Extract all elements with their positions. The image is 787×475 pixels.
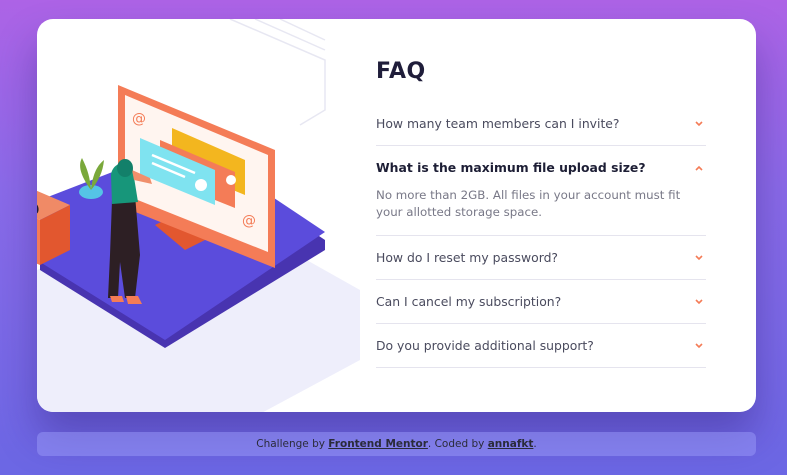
faq-answer-text: No more than 2GB. All files in your acco… (376, 188, 681, 219)
faq-title: FAQ (376, 59, 426, 84)
plant-pot (79, 185, 103, 199)
attribution-suffix: . (533, 438, 537, 450)
faq-question-button[interactable]: Can I cancel my subscription? (376, 280, 706, 323)
faq-item: Can I cancel my subscription? (376, 280, 706, 324)
faq-question-text: How do I reset my password? (376, 250, 559, 265)
chevron-up-icon (694, 163, 704, 173)
faq-question-button[interactable]: What is the maximum file upload size? (376, 146, 706, 189)
chevron-down-icon (694, 253, 704, 263)
faq-question-text: Can I cancel my subscription? (376, 294, 562, 309)
woman-hair (117, 159, 133, 177)
faq-question-button[interactable]: How do I reset my password? (376, 236, 706, 279)
faq-question-button[interactable]: How many team members can I invite? (376, 102, 706, 145)
background-pattern-lines (229, 19, 326, 126)
faq-question-text: How many team members can I invite? (376, 116, 620, 131)
chevron-down-icon (694, 297, 704, 307)
chevron-down-icon (694, 341, 704, 351)
woman-online-illustration: @ @ @ (37, 19, 360, 412)
faq-item: How many team members can I invite? (376, 102, 706, 146)
screen-at-icon: @ (132, 111, 146, 127)
faq-section: FAQ How many team members can I invite? … (376, 59, 706, 368)
frontend-mentor-link[interactable]: Frontend Mentor (328, 438, 428, 450)
chevron-down-icon (694, 119, 704, 129)
chat-dot-2 (226, 175, 236, 185)
attribution-prefix: Challenge by (256, 438, 325, 450)
chat-dot (195, 179, 207, 191)
faq-item: Do you provide additional support? (376, 324, 706, 368)
attribution-middle: . Coded by (427, 438, 485, 450)
attribution-footer: Challenge by Frontend Mentor . Coded by … (37, 432, 756, 456)
faq-question-text: Do you provide additional support? (376, 338, 594, 353)
faq-item: How do I reset my password? (376, 236, 706, 280)
cube-at-icon: @ (37, 197, 40, 221)
faq-question-text: What is the maximum file upload size? (376, 160, 646, 175)
faq-item-open: What is the maximum file upload size? No… (376, 146, 706, 236)
faq-card: @ @ @ FAQ How many team members can I in… (37, 19, 756, 412)
screen-at-icon-2: @ (242, 213, 256, 229)
faq-question-button[interactable]: Do you provide additional support? (376, 324, 706, 367)
author-link[interactable]: annafkt (488, 438, 534, 450)
woman-legs (108, 195, 140, 298)
